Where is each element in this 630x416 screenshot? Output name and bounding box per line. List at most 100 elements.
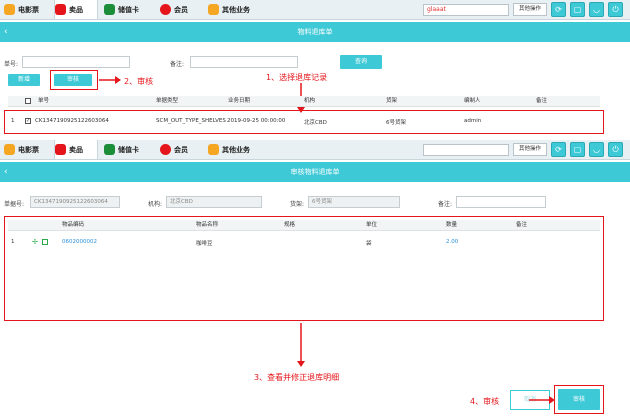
add-row-icon[interactable]: ✢ [32,238,38,246]
shelf-field: 6号货架 [308,196,400,208]
page-title-bar: 物料退库单 [0,22,630,42]
user-icon[interactable]: ◡ [589,2,604,17]
arrow-down-icon [297,323,305,367]
folder-icon [208,144,219,155]
col-header-item-code: 物品编码 [62,222,85,228]
col-header-qty: 数量 [446,222,458,228]
detail-table-row[interactable]: 1 ✢ 0602000002 咖啡豆 袋 2.00 [8,236,600,248]
tab-other-business[interactable]: 其他业务 [208,140,264,159]
heart-icon [160,4,171,15]
cell-date: 2019-09-25 00:00:00 [227,118,286,124]
refresh-icon[interactable]: ⟳ [551,142,566,157]
back-icon[interactable]: ‹ [4,22,8,42]
row-index: 1 [11,239,15,245]
tab-label: 卖品 [69,5,83,14]
audit-button[interactable]: 审核 [54,74,92,86]
tab-label: 电影票 [18,5,39,14]
tab-snacks[interactable]: 卖品 [54,0,98,19]
arrow-right-icon [529,396,555,404]
table-row[interactable]: 1 ✓ CK1347190925122603064 SCM_OUT_TYPE_S… [8,114,600,129]
row-index: 1 [11,118,15,124]
col-header-date: 业务日期 [228,98,251,104]
final-audit-button[interactable]: 审核 [558,389,600,410]
heart-icon [160,144,171,155]
cell-item-name: 咖啡豆 [196,241,213,247]
cell-doc-no: CK1347190925122603064 [35,118,109,124]
tab-other-business[interactable]: 其他业务 [208,0,264,19]
page-title: 物料退库单 [297,28,333,36]
lock-icon[interactable]: ▢ [570,142,585,157]
org-label: 机构: [148,201,163,208]
popcorn-icon [4,144,15,155]
tab-label: 卖品 [69,145,83,154]
remark-label: 备注: [438,201,453,208]
other-ops-button[interactable]: 其他操作 [513,143,547,156]
tab-member[interactable]: 会员 [160,140,202,159]
tab-label: 电影票 [18,145,39,154]
cell-unit: 袋 [366,241,372,247]
snack-icon [55,4,66,15]
other-ops-button[interactable]: 其他操作 [513,3,547,16]
user-field-empty[interactable] [423,144,509,156]
detail-highlight-box [4,216,604,321]
tab-stored-value-card[interactable]: 储值卡 [104,140,154,159]
query-button[interactable]: 查询 [340,55,382,69]
card-icon [104,144,115,155]
col-header-remark: 备注 [516,222,528,228]
card-icon [104,4,115,15]
cell-item-code[interactable]: 0602000002 [62,239,97,245]
tab-label: 其他业务 [222,145,250,154]
annotation-step-3: 3、查看并修正退库明细 [254,373,340,382]
row-checkbox-checked[interactable]: ✓ [25,118,31,124]
col-header-org: 机构 [304,98,316,104]
doc-no-label: 单号: [4,61,19,68]
shelf-label: 货架: [290,201,305,208]
tab-label: 会员 [174,145,188,154]
page-title: 审核物料退库单 [290,168,340,176]
col-header-item-name: 物品名称 [196,222,219,228]
col-header-shelf: 货架 [386,98,398,104]
power-icon[interactable]: ⏻ [608,2,623,17]
cell-org: 北京CBD [304,120,327,126]
col-header-maker: 编制人 [464,98,481,104]
table-header: 单号 单据类型 业务日期 机构 货架 编制人 备注 [8,96,600,107]
cell-type: SCM_OUT_TYPE_SHELVES [156,118,226,124]
annotation-step-4: 4、审核 [470,397,500,406]
col-header-type: 单据类型 [156,98,179,104]
tab-movie-tickets[interactable]: 电影票 [4,0,50,19]
detail-table-header: 物品编码 物品名称 规格 单位 数量 备注 [8,220,600,231]
user-icon[interactable]: ◡ [589,142,604,157]
doc-no-label: 单据号: [4,201,25,208]
cell-maker: admin [464,118,482,124]
power-icon[interactable]: ⏻ [608,142,623,157]
edit-row-icon[interactable] [42,239,48,245]
page-title-bar-2: 审核物料退库单 [0,162,630,182]
user-field[interactable]: glaaat [423,4,509,16]
tab-label: 储值卡 [118,5,139,14]
top-nav-bar-2: 电影票 卖品 储值卡 会员 其他业务 其他操作 ⟳ ▢ ◡ ⏻ [0,140,630,160]
lock-icon[interactable]: ▢ [570,2,585,17]
cell-qty[interactable]: 2.00 [446,239,458,245]
tab-movie-tickets[interactable]: 电影票 [4,140,50,159]
tab-label: 其他业务 [222,5,250,14]
col-header-spec: 规格 [284,222,296,228]
doc-no-field: CK1347190925122603064 [30,196,120,208]
tab-member[interactable]: 会员 [160,0,202,19]
select-all-checkbox[interactable] [25,98,31,104]
remark-label: 备注: [170,61,185,68]
arrow-right-icon [99,76,121,84]
tab-snacks[interactable]: 卖品 [54,140,98,159]
folder-icon [208,4,219,15]
cell-shelf: 6号货架 [386,120,406,126]
remark-input[interactable] [456,196,546,208]
back-icon[interactable]: ‹ [4,162,8,182]
tab-label: 会员 [174,5,188,14]
col-header-remark: 备注 [536,98,548,104]
refresh-icon[interactable]: ⟳ [551,2,566,17]
org-field: 北京CBD [166,196,262,208]
add-button[interactable]: 新增 [8,74,40,86]
tab-stored-value-card[interactable]: 储值卡 [104,0,154,19]
remark-input[interactable] [190,56,298,68]
doc-no-input[interactable] [22,56,130,68]
col-header-doc-no: 单号 [38,98,50,104]
